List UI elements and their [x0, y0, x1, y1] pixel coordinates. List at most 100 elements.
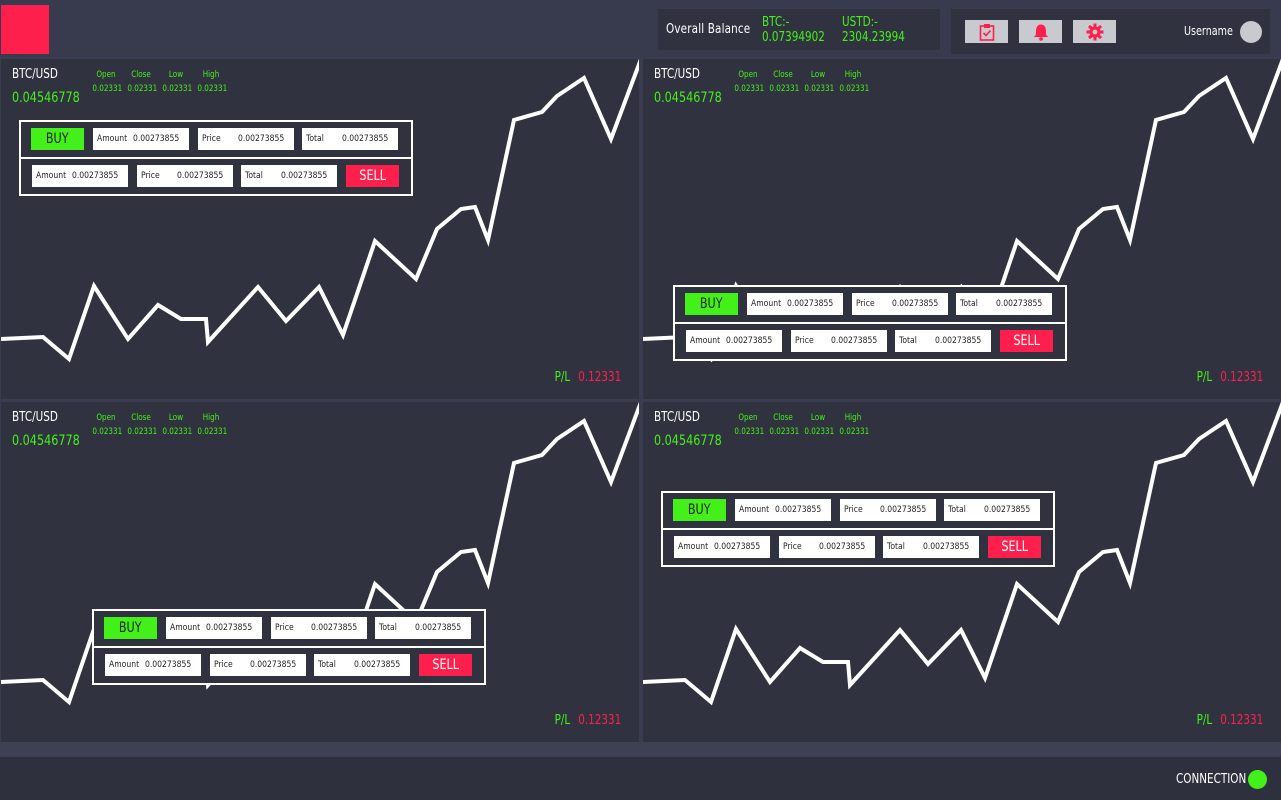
- gear-icon: [1086, 23, 1103, 40]
- buy-total-field[interactable]: Total 0.00273855: [944, 499, 1040, 521]
- buy-amount-field[interactable]: Amount 0.00273855: [735, 499, 831, 521]
- order-divider: [675, 322, 1065, 324]
- chart-panel[interactable]: BTC/USD 0.04546778 Open 0.02331 Close 0.02331…: [643, 402, 1281, 742]
- sell-label: SELL: [1013, 333, 1040, 349]
- sell-price-field[interactable]: Price 0.00273855: [791, 330, 887, 352]
- sell-price-field[interactable]: Price 0.00273855: [137, 165, 233, 187]
- pl-value: 0.12331: [1219, 370, 1263, 385]
- ohlc-value: 0.02331: [734, 427, 765, 437]
- ohlc-value: 0.02331: [162, 427, 193, 437]
- btc-value: 0.07394902: [762, 30, 825, 45]
- ohlc-label: Low: [168, 413, 184, 423]
- overall-balance: Overall Balance BTC:- 0.07394902 USTD:- …: [658, 9, 940, 50]
- settings-button[interactable]: [1073, 20, 1116, 43]
- field-label: Amount: [109, 660, 140, 670]
- profit-loss: P/L 0.12331: [1196, 370, 1263, 385]
- order-form: BUY Amount 0.00273855 Price 0.00273855 Total 0…: [92, 609, 486, 685]
- usdt-balance: USTD:- 2304.23994: [842, 15, 905, 45]
- buy-total-field[interactable]: Total 0.00273855: [302, 128, 398, 150]
- field-label: Price: [202, 134, 221, 144]
- ohlc-low: Low 0.02331: [159, 411, 193, 439]
- field-label: Price: [844, 505, 863, 515]
- sell-amount-field[interactable]: Amount 0.00273855: [32, 165, 128, 187]
- field-value: 0.00273855: [342, 134, 389, 144]
- sell-price-field[interactable]: Price 0.00273855: [779, 536, 875, 558]
- buy-button[interactable]: BUY: [685, 293, 738, 315]
- ohlc-value: 0.02331: [769, 84, 800, 94]
- buy-amount-field[interactable]: Amount 0.00273855: [166, 617, 262, 639]
- buy-price-field[interactable]: Price 0.00273855: [271, 617, 367, 639]
- field-label: Total: [948, 505, 966, 515]
- pl-label: P/L: [554, 713, 570, 728]
- field-label: Total: [318, 660, 336, 670]
- sell-amount-field[interactable]: Amount 0.00273855: [686, 330, 782, 352]
- order-divider: [94, 646, 484, 648]
- field-label: Amount: [97, 134, 128, 144]
- ohlc-value: 0.02331: [839, 84, 870, 94]
- connection-label: CONNECTION: [1176, 772, 1247, 787]
- price-line: [1, 59, 639, 363]
- field-label: Amount: [739, 505, 770, 515]
- order-form: BUY Amount 0.00273855 Price 0.00273855 Total 0…: [19, 120, 413, 196]
- profit-loss: P/L 0.12331: [1196, 713, 1263, 728]
- buy-amount-field[interactable]: Amount 0.00273855: [93, 128, 189, 150]
- current-price: 0.04546778: [654, 433, 722, 449]
- buy-total-field[interactable]: Total 0.00273855: [375, 617, 471, 639]
- buy-label: BUY: [688, 502, 711, 518]
- field-value: 0.00273855: [238, 134, 285, 144]
- buy-button[interactable]: BUY: [31, 128, 84, 150]
- chart-panel[interactable]: BTC/USD 0.04546778 Open 0.02331 Close 0.02331…: [1, 402, 639, 742]
- buy-total-field[interactable]: Total 0.00273855: [956, 293, 1052, 315]
- ohlc-value: 0.02331: [162, 84, 193, 94]
- bell-icon: [1033, 24, 1048, 41]
- field-value: 0.00273855: [145, 660, 192, 670]
- sell-button[interactable]: SELL: [346, 165, 399, 187]
- order-divider: [663, 528, 1053, 530]
- chart-panel[interactable]: BTC/USD 0.04546778 Open 0.02331 Close 0.02331…: [1, 59, 639, 399]
- usdt-value: 2304.23994: [842, 30, 905, 45]
- field-value: 0.00273855: [935, 336, 982, 346]
- pair-label: BTC/USD: [12, 410, 58, 425]
- field-value: 0.00273855: [892, 299, 939, 309]
- sell-label: SELL: [359, 168, 386, 184]
- ohlc-value: 0.02331: [127, 427, 158, 437]
- sell-label: SELL: [432, 657, 459, 673]
- sell-amount-field[interactable]: Amount 0.00273855: [105, 654, 201, 676]
- buy-price-field[interactable]: Price 0.00273855: [852, 293, 948, 315]
- ohlc-open: Open 0.02331: [731, 68, 765, 96]
- usdt-label: USTD:-: [842, 15, 878, 30]
- field-value: 0.00273855: [819, 542, 866, 552]
- field-value: 0.00273855: [880, 505, 927, 515]
- sell-amount-field[interactable]: Amount 0.00273855: [674, 536, 770, 558]
- sell-total-field[interactable]: Total 0.00273855: [314, 654, 410, 676]
- field-label: Price: [795, 336, 814, 346]
- sell-total-field[interactable]: Total 0.00273855: [883, 536, 979, 558]
- orders-button[interactable]: [965, 20, 1008, 43]
- pl-value: 0.12331: [577, 370, 621, 385]
- sell-total-field[interactable]: Total 0.00273855: [895, 330, 991, 352]
- field-value: 0.00273855: [72, 171, 119, 181]
- sell-total-field[interactable]: Total 0.00273855: [241, 165, 337, 187]
- buy-amount-field[interactable]: Amount 0.00273855: [747, 293, 843, 315]
- price-chart: [1, 402, 639, 706]
- ohlc-label: Open: [96, 70, 116, 80]
- field-value: 0.00273855: [281, 171, 328, 181]
- sell-button[interactable]: SELL: [419, 654, 472, 676]
- buy-price-field[interactable]: Price 0.00273855: [840, 499, 936, 521]
- chart-panel[interactable]: BTC/USD 0.04546778 Open 0.02331 Close 0.02331…: [643, 59, 1281, 399]
- buy-price-field[interactable]: Price 0.00273855: [198, 128, 294, 150]
- app-logo[interactable]: [1, 5, 49, 54]
- buy-button[interactable]: BUY: [104, 617, 157, 639]
- field-label: Total: [379, 623, 397, 633]
- sell-price-field[interactable]: Price 0.00273855: [210, 654, 306, 676]
- ohlc-low: Low 0.02331: [801, 411, 835, 439]
- notifications-button[interactable]: [1019, 20, 1062, 43]
- buy-button[interactable]: BUY: [673, 499, 726, 521]
- sell-button[interactable]: SELL: [988, 536, 1041, 558]
- field-value: 0.00273855: [775, 505, 822, 515]
- ohlc-value: 0.02331: [769, 427, 800, 437]
- avatar[interactable]: [1240, 21, 1262, 43]
- sell-button[interactable]: SELL: [1000, 330, 1053, 352]
- field-label: Total: [887, 542, 905, 552]
- ohlc-label: Close: [773, 70, 793, 80]
